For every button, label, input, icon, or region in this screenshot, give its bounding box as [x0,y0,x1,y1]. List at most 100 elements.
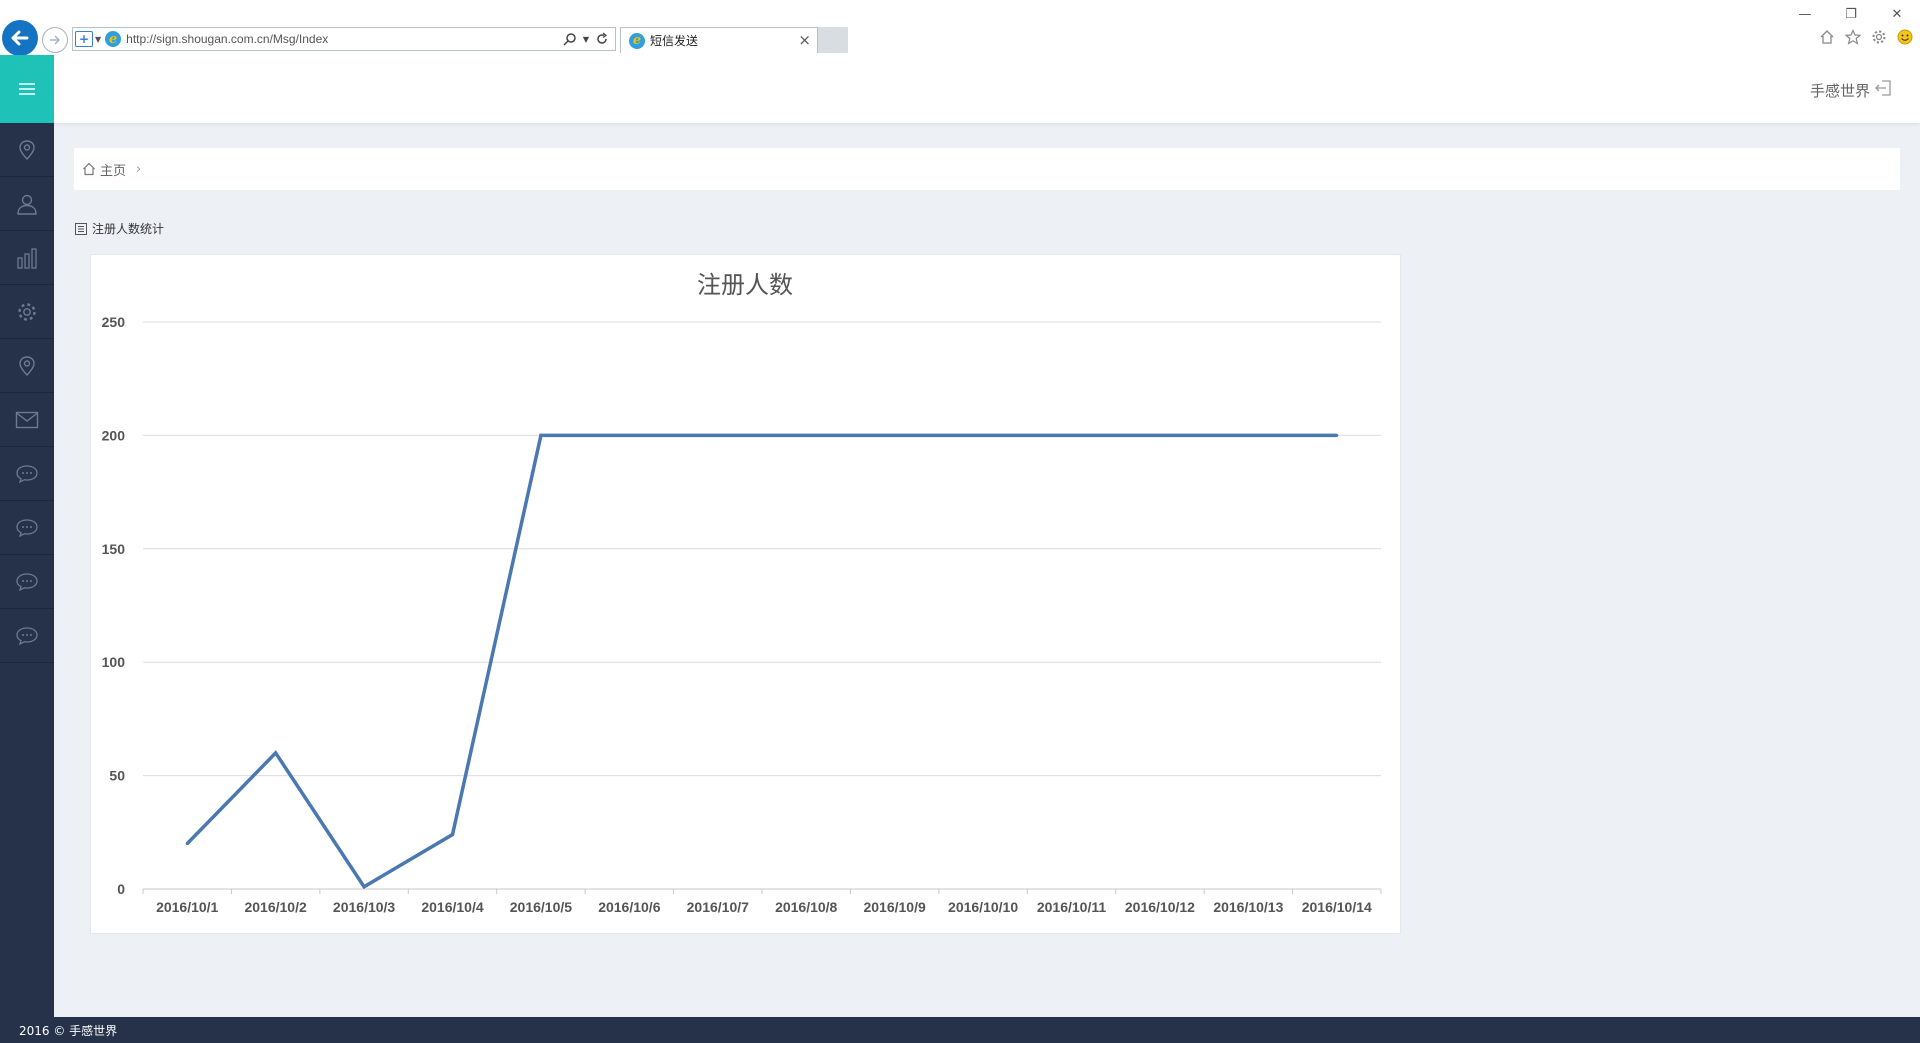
tab-title: 短信发送 [650,34,699,48]
x-tick-label: 2016/10/9 [863,899,925,915]
address-bar[interactable]: + ▼ e http://sign.shougan.com.cn/Msg/Ind… [72,27,616,51]
chat-bubble-icon [16,572,38,591]
sidebar-item-settings[interactable] [0,285,54,339]
chart-panel: 注册人数 0 50 100 150 200 250 2016/10/1 2016/10/2 2… [90,254,1401,934]
data-point [362,885,366,889]
sidebar-item-location[interactable] [0,123,54,177]
sidebar-item-statistics[interactable] [0,231,54,285]
footer-copyright: 2016 © 手感世界 [19,1023,118,1038]
data-point [185,842,189,846]
home-icon[interactable] [1818,28,1836,46]
chat-bubble-icon [16,464,38,483]
chat-bubble-icon [16,518,38,537]
footer: 2016 © 手感世界 [0,1017,1920,1043]
section-title: 注册人数统计 [75,220,164,237]
data-point [274,751,278,755]
search-dropdown-icon[interactable]: ▼ [583,35,589,44]
compat-view-icon[interactable]: + [75,31,93,47]
chevron-down-icon[interactable]: ▼ [95,35,101,44]
browser-tab[interactable]: e 短信发送 × [620,27,818,53]
y-tick-label: 200 [102,427,126,443]
chart-title: 注册人数 [697,271,793,299]
sidebar-item-location-2[interactable] [0,339,54,393]
x-tick-label: 2016/10/4 [421,899,483,915]
data-point [1246,433,1250,437]
x-tick-label: 2016/10/8 [775,899,837,915]
y-tick-label: 0 [117,881,125,897]
envelope-icon [15,411,39,428]
close-window-button[interactable]: ✕ [1874,4,1920,24]
star-icon[interactable] [1844,28,1862,46]
menu-toggle-button[interactable] [0,55,54,123]
section-title-text: 注册人数统计 [92,222,165,236]
list-icon [75,222,87,235]
minimize-button[interactable]: — [1782,4,1828,24]
search-icon[interactable] [563,32,577,46]
forward-button[interactable] [42,27,68,53]
x-tick-label: 2016/10/12 [1125,899,1195,915]
gear-icon [18,302,36,321]
app-header: 手感世界 [0,55,1920,123]
x-tick-label: 2016/10/7 [687,899,749,915]
chat-bubble-icon [16,626,38,645]
ie-logo-icon: e [105,31,122,47]
smiley-icon[interactable] [1896,28,1914,46]
data-point [981,433,985,437]
gear-icon[interactable] [1870,28,1888,46]
window-controls: — ❐ ✕ [1782,4,1920,24]
x-tick-label: 2016/10/3 [333,899,395,915]
arrow-left-icon [11,30,29,46]
close-tab-icon[interactable]: × [798,33,811,48]
data-point [893,433,897,437]
sidebar [0,123,54,1017]
sidebar-item-message-1[interactable] [0,447,54,501]
refresh-icon[interactable] [595,32,609,46]
y-tick-label: 150 [102,541,126,557]
breadcrumb-home[interactable]: 主页 [100,160,126,179]
series-line [185,433,1337,890]
data-point [1335,433,1339,437]
x-tick-label: 2016/10/2 [244,899,306,915]
hamburger-icon [19,83,35,95]
home-icon [83,162,95,176]
data-point [539,433,543,437]
restore-button[interactable]: ❐ [1828,4,1874,24]
x-tick-label: 2016/10/13 [1213,899,1283,915]
x-tick-label: 2016/10/11 [1037,899,1107,915]
logout-icon[interactable] [1873,77,1895,99]
registration-line-chart: 注册人数 0 50 100 150 200 250 2016/10/1 2016/10/2 2… [102,271,1382,915]
breadcrumb: 主页 › [74,148,1900,190]
ie-logo-icon: e [629,32,645,49]
browser-tools [1818,28,1914,46]
x-tick-label: 2016/10/1 [156,899,218,915]
browser-toolbar: + ▼ e http://sign.shougan.com.cn/Msg/Ind… [0,0,1920,56]
arrow-right-icon [50,35,61,45]
sidebar-item-sms[interactable] [0,393,54,447]
data-point [1158,433,1162,437]
x-tick-label: 2016/10/6 [598,899,660,915]
x-tick-label: 2016/10/10 [948,899,1018,915]
sidebar-item-message-3[interactable] [0,555,54,609]
new-tab-button[interactable] [818,27,848,53]
x-tick-label: 2016/10/5 [510,899,572,915]
url-text[interactable]: http://sign.shougan.com.cn/Msg/Index [126,32,563,46]
x-tick-label: 2016/10/14 [1302,899,1372,915]
location-pin-icon [19,355,35,376]
breadcrumb-separator: › [136,161,142,177]
data-point [804,433,808,437]
sidebar-item-message-4[interactable] [0,609,54,663]
bar-chart-icon [17,247,37,269]
data-point [451,833,454,837]
y-tick-label: 100 [102,654,126,670]
data-point [716,433,720,437]
data-point [627,433,631,437]
sidebar-item-message-2[interactable] [0,501,54,555]
user-name[interactable]: 手感世界 [1810,80,1870,101]
location-pin-icon [19,139,35,160]
sidebar-item-user[interactable] [0,177,54,231]
user-icon [17,194,37,215]
back-button[interactable] [2,20,38,56]
data-point [1070,433,1073,437]
y-tick-label: 250 [102,314,126,330]
y-tick-label: 50 [109,768,125,784]
